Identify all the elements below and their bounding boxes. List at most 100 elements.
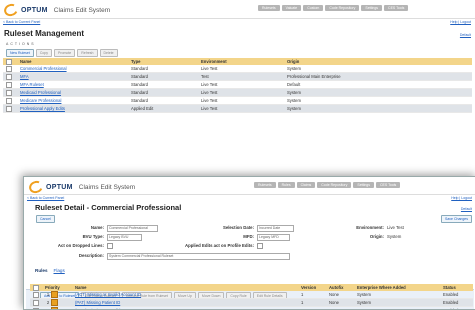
app-name: Claims Edit System	[54, 7, 110, 14]
table-row[interactable]: MFA StandardTestProfessional Main Enterpr…	[3, 73, 472, 81]
description-label: Description:	[44, 253, 104, 258]
applied-edits-label: Applied Edits act on Profile Edits:	[164, 243, 254, 248]
action-button[interactable]: Refresh	[77, 49, 97, 57]
environment-value: Live Test	[387, 225, 404, 230]
origin-label: Origin:	[324, 234, 384, 239]
environment-label: Environment:	[324, 225, 384, 230]
top-bar: OPTUM Claims Edit System RulesetsValuate…	[0, 0, 475, 19]
autofix-cell: None	[326, 299, 354, 307]
origin-cell: System	[284, 97, 472, 105]
col-origin[interactable]: Origin	[284, 58, 472, 65]
row-checkbox[interactable]	[6, 106, 12, 112]
name-cell: Professional Apply Edits	[17, 105, 128, 113]
col-environment[interactable]: Environment	[198, 58, 284, 65]
action-button[interactable]: Promote	[54, 49, 75, 57]
nav-item[interactable]: Settings	[361, 5, 382, 11]
table-row[interactable]: MFA RulesetStandardLive TestDefault	[3, 81, 472, 89]
col-name[interactable]: Name	[72, 284, 298, 291]
environment-cell: Live Test	[198, 65, 284, 73]
selection-date-select[interactable]: Incurred Date	[257, 225, 294, 232]
row-checkbox[interactable]	[6, 66, 12, 72]
status-cell: Enabled	[440, 299, 473, 307]
priority-cell: 2	[42, 299, 72, 307]
mfd-label: MFD:	[194, 234, 254, 239]
row-checkbox[interactable]	[6, 74, 12, 80]
type-cell: Standard	[128, 73, 198, 81]
description-input[interactable]: System Commercial Professional Ruleset	[107, 253, 290, 260]
row-checkbox[interactable]	[6, 90, 12, 96]
type-cell: Standard	[128, 97, 198, 105]
table-row[interactable]: Professional Apply EditsApplied EditLive…	[3, 105, 472, 113]
table-row[interactable]: Medicare ProfessionalStandardLive TestSy…	[3, 97, 472, 105]
bvu-type-select[interactable]: Legacy BVU	[107, 234, 142, 241]
environment-cell: Test	[198, 73, 284, 81]
row-select-cell	[3, 65, 17, 73]
autofix-cell: None	[326, 307, 354, 310]
col-type[interactable]: Type	[128, 58, 198, 65]
table-row[interactable]: 2(PAT) Missing Patient ID1NoneSystemEnab…	[30, 299, 473, 307]
detail-tabs: Rules Flags	[35, 268, 65, 273]
rules-table: Priority Name Version Autofix Enterprise…	[30, 284, 473, 310]
select-all-checkbox[interactable]	[6, 59, 12, 65]
col-autofix[interactable]: Autofix	[326, 284, 354, 291]
ruleset-name-link[interactable]: Medicaid Professional	[20, 90, 61, 95]
back-link[interactable]: < Back to Current Panel	[3, 20, 40, 24]
mfd-select[interactable]: Legacy MFD	[257, 234, 290, 241]
nav-item[interactable]: CES Tools	[384, 5, 408, 11]
select-all-rules-checkbox[interactable]	[33, 285, 39, 291]
version-cell: 1	[298, 299, 326, 307]
ruleset-name-link[interactable]: Medicare Professional	[20, 98, 61, 103]
nav-item[interactable]: Valuate	[282, 5, 302, 11]
col-name[interactable]: Name	[17, 58, 128, 65]
type-cell: Standard	[128, 65, 198, 73]
row-select-cell	[3, 81, 17, 89]
help-logout-links[interactable]: Help | Logout	[450, 20, 471, 24]
nav-item[interactable]: Rulesets	[258, 5, 280, 11]
row-select-cell	[3, 89, 17, 97]
ruleset-name-link[interactable]: Professional Apply Edits	[20, 106, 65, 111]
row-checkbox[interactable]	[33, 300, 39, 306]
applied-edits-checkbox[interactable]	[257, 243, 263, 249]
row-checkbox[interactable]	[33, 292, 39, 298]
nav-item[interactable]: Code Repository	[325, 5, 359, 11]
dropped-lines-checkbox[interactable]	[107, 243, 113, 249]
name-cell: Commercial Professional	[17, 65, 128, 73]
col-status[interactable]: Status	[440, 284, 473, 291]
rule-name-link[interactable]: (PAT) Missing Patient ID	[75, 300, 120, 305]
ruleset-form: Name: Commercial Professional Selection …	[24, 177, 475, 287]
page-title: Ruleset Management	[4, 29, 84, 38]
table-row[interactable]: 1(ACT) Missing or Invalid Account ID1Non…	[30, 291, 473, 299]
optum-logo-icon	[2, 2, 19, 18]
row-checkbox[interactable]	[6, 82, 12, 88]
col-enterprise[interactable]: Enterprise Where Added	[354, 284, 440, 291]
col-version[interactable]: Version	[298, 284, 326, 291]
rule-name-link[interactable]: (ACT) Missing or Invalid Account ID	[75, 292, 141, 297]
table-row[interactable]: Commercial Professional StandardLive Test…	[3, 65, 472, 73]
ruleset-name-link[interactable]: MFA Ruleset	[20, 82, 44, 87]
action-button[interactable]: Delete	[100, 49, 118, 57]
ruleset-name-link[interactable]: MFA	[20, 74, 29, 79]
table-row[interactable]: 3(DOB) Missing or Invalid DOB1NoneSystem…	[30, 307, 473, 310]
actions-caption: ACTIONS	[6, 42, 36, 46]
default-link[interactable]: Default	[460, 33, 471, 37]
name-input[interactable]: Commercial Professional	[107, 225, 158, 232]
row-select-cell	[3, 73, 17, 81]
tab-flags[interactable]: Flags	[54, 268, 65, 273]
nav-item[interactable]: Custom	[303, 5, 323, 11]
autofix-cell: None	[326, 291, 354, 299]
name-label: Name:	[44, 225, 104, 230]
name-cell: MFA Ruleset	[17, 81, 128, 89]
row-select-cell	[30, 291, 42, 299]
action-button[interactable]: Copy	[36, 49, 52, 57]
table-row[interactable]: Medicaid ProfessionalStandardLive TestSy…	[3, 89, 472, 97]
rule-flag-icon	[51, 299, 58, 306]
ruleset-name-link[interactable]: Commercial Professional	[20, 66, 67, 71]
row-checkbox[interactable]	[6, 98, 12, 104]
action-button[interactable]: New Ruleset	[6, 49, 34, 57]
environment-cell: Live Test	[198, 89, 284, 97]
tab-rules[interactable]: Rules	[35, 268, 48, 273]
col-priority[interactable]: Priority	[42, 284, 72, 291]
origin-cell: Professional Main Enterprise	[284, 73, 472, 81]
name-cell: (PAT) Missing Patient ID	[72, 299, 298, 307]
status-cell: Enabled	[440, 307, 473, 310]
